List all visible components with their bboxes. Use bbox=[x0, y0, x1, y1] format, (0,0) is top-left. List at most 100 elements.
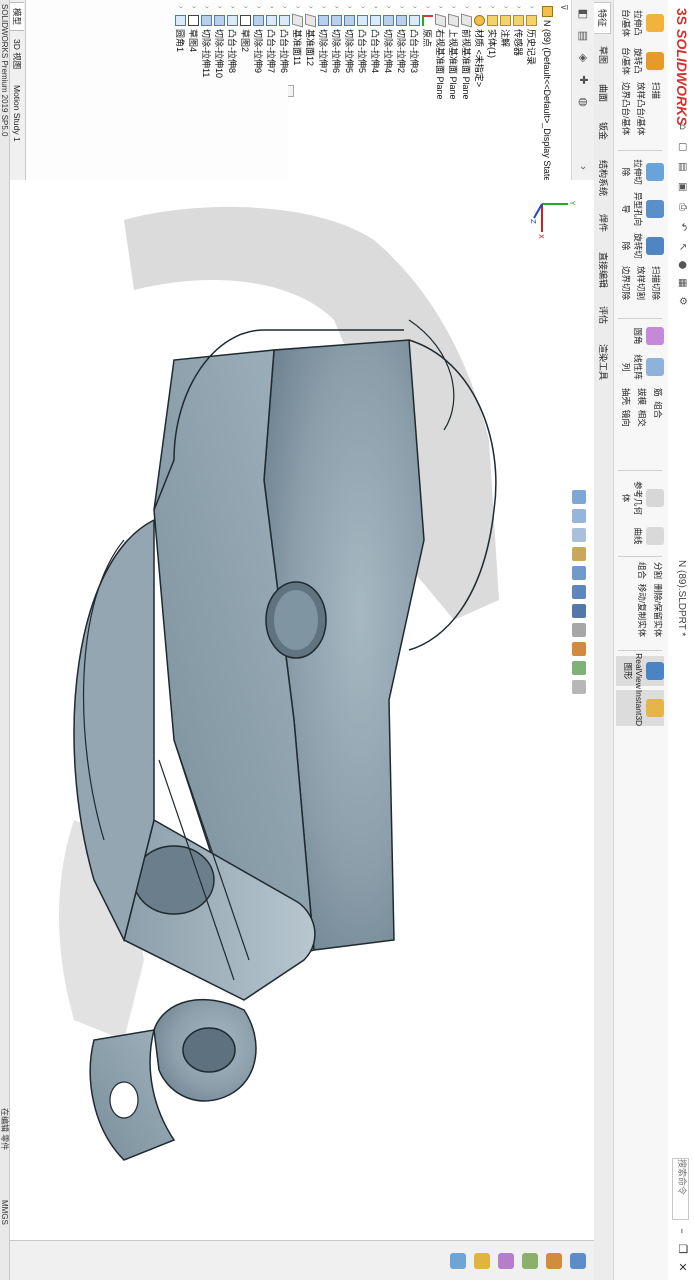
boundary-boss-button[interactable]: 边界凸台/基体 bbox=[617, 82, 632, 135]
close-icon[interactable]: ✕ bbox=[674, 1258, 690, 1276]
solidworks-resources-icon[interactable] bbox=[570, 1253, 586, 1269]
clevis-hole-upper[interactable] bbox=[182, 1027, 236, 1073]
expand-caret-icon[interactable]: › bbox=[463, 6, 470, 14]
expand-caret-icon[interactable]: › bbox=[424, 6, 431, 14]
lofted-cut-button[interactable]: 放样切割 bbox=[632, 266, 647, 300]
expand-caret-icon[interactable]: › bbox=[268, 6, 275, 14]
tree-item[interactable]: › 凸台-拉伸6 bbox=[278, 6, 291, 73]
tab-features[interactable]: 特征 bbox=[594, 2, 611, 35]
property-manager-tab-icon[interactable]: ▤ bbox=[575, 28, 591, 44]
fillet-button[interactable]: 圆角 bbox=[616, 324, 664, 348]
feature-tree-tab-icon[interactable]: ◧ bbox=[575, 6, 591, 22]
combine-button[interactable]: 组合 移动/复制实体 bbox=[632, 562, 648, 637]
shell-button[interactable]: 抽壳 镜向 bbox=[616, 388, 632, 448]
tree-item[interactable]: › 切除-拉伸10 bbox=[213, 6, 226, 78]
undo-icon[interactable]: ↶ bbox=[675, 220, 689, 234]
expand-caret-icon[interactable]: › bbox=[515, 6, 522, 14]
tree-item[interactable]: › 基准面11 bbox=[291, 6, 304, 65]
graphics-area[interactable]: X Y Z bbox=[10, 180, 594, 1240]
expand-caret-icon[interactable]: › bbox=[476, 6, 483, 14]
loft-boss-button[interactable]: 放样凸台/基体 bbox=[632, 82, 647, 135]
tree-item[interactable]: › 草图2 bbox=[239, 6, 252, 52]
tree-item[interactable]: › 凸台-拉伸7 bbox=[265, 6, 278, 73]
file-explorer-icon[interactable] bbox=[522, 1253, 538, 1269]
print-icon[interactable]: ⎙ bbox=[675, 200, 689, 214]
new-document-icon[interactable]: ▢ bbox=[675, 140, 689, 154]
expand-caret-icon[interactable]: › bbox=[229, 6, 236, 14]
tree-item[interactable]: › 历史记录 bbox=[525, 6, 538, 65]
tree-item[interactable]: › 原点 bbox=[421, 6, 434, 47]
tab-weldments[interactable]: 焊件 bbox=[595, 208, 611, 238]
tree-item[interactable]: › 凸台-拉伸3 bbox=[408, 6, 421, 73]
rib-button[interactable]: 筋 组合 bbox=[648, 388, 664, 448]
tree-item[interactable]: › 实体(1) bbox=[486, 6, 499, 58]
select-icon[interactable]: ↖ bbox=[675, 240, 689, 254]
linear-pattern-button[interactable]: 线性阵列 bbox=[616, 352, 664, 382]
options-icon[interactable]: ⚙ bbox=[675, 294, 689, 308]
expand-caret-icon[interactable]: › bbox=[242, 6, 249, 14]
draft-button[interactable]: 拔模 相交 bbox=[632, 388, 648, 448]
design-library-icon[interactable] bbox=[546, 1253, 562, 1269]
curves-button[interactable]: 曲线 bbox=[616, 522, 664, 550]
view-palette-icon[interactable] bbox=[498, 1253, 514, 1269]
home-icon[interactable]: ⌂ bbox=[675, 120, 689, 134]
expand-caret-icon[interactable]: › bbox=[177, 6, 184, 14]
dimxpert-tab-icon[interactable]: ✚ bbox=[575, 72, 591, 88]
save-icon[interactable]: ▣ bbox=[675, 180, 689, 194]
tree-item[interactable]: › 右视基准面 Plane bbox=[434, 6, 447, 100]
tree-item[interactable]: › 凸台-拉伸4 bbox=[369, 6, 382, 73]
tree-item[interactable]: › 圆角1 bbox=[174, 6, 187, 52]
expand-caret-icon[interactable]: › bbox=[203, 6, 210, 14]
split-button[interactable]: 分割 删除/保留实体 bbox=[648, 562, 664, 637]
expand-caret-icon[interactable]: › bbox=[190, 6, 197, 14]
expand-caret-icon[interactable]: › bbox=[255, 6, 262, 14]
tree-item[interactable]: › 凸台-拉伸8 bbox=[226, 6, 239, 73]
boundary-cut-button[interactable]: 边界切除 bbox=[617, 266, 632, 300]
part-model[interactable] bbox=[10, 180, 594, 1240]
extrude-cut-button[interactable]: 拉伸切除 bbox=[616, 156, 664, 188]
open-icon[interactable]: ▤ bbox=[675, 160, 689, 174]
sweep-button[interactable]: 扫描 bbox=[647, 82, 662, 135]
expand-caret-icon[interactable]: › bbox=[346, 6, 353, 14]
tree-root[interactable]: N (89) (Default<<Default>_Display State bbox=[541, 6, 554, 181]
instant3d-button[interactable]: Instant3D bbox=[616, 690, 664, 726]
expand-caret-icon[interactable]: › bbox=[294, 6, 301, 14]
tab-sheet-metal[interactable]: 钣金 bbox=[595, 116, 611, 146]
tab-sketch[interactable]: 草图 bbox=[595, 40, 611, 70]
tab-model[interactable]: 模型 bbox=[9, 2, 24, 32]
filter-icon[interactable]: ⊽ bbox=[558, 4, 568, 11]
tree-item[interactable]: › 前视基准面 Plane bbox=[460, 6, 473, 100]
tree-item[interactable]: › 切除-拉伸6 bbox=[330, 6, 343, 73]
tree-item[interactable]: › 传感器 bbox=[512, 6, 525, 56]
expand-caret-icon[interactable]: › bbox=[385, 6, 392, 14]
tree-item[interactable]: › 切除-拉伸9 bbox=[252, 6, 265, 73]
custom-properties-icon[interactable] bbox=[450, 1253, 466, 1269]
restore-icon[interactable]: ❐ bbox=[674, 1240, 690, 1258]
tab-direct-editing[interactable]: 直接编辑 bbox=[595, 246, 611, 294]
tree-item[interactable]: › 切除-拉伸2 bbox=[395, 6, 408, 73]
revolve-boss-button[interactable]: 旋转凸台/基体 bbox=[616, 44, 664, 78]
tree-item[interactable]: › 材质 <未指定> bbox=[473, 6, 486, 87]
display-manager-tab-icon[interactable]: ◍ bbox=[575, 94, 591, 110]
rebuild-icon[interactable]: ▦ bbox=[675, 276, 689, 290]
expand-caret-icon[interactable]: › bbox=[333, 6, 340, 14]
tree-item[interactable]: › 基准面12 bbox=[304, 6, 317, 66]
tree-item[interactable]: › 草图4 bbox=[187, 6, 200, 52]
expand-caret-icon[interactable]: › bbox=[320, 6, 327, 14]
appearances-icon[interactable] bbox=[474, 1253, 490, 1269]
lug-hole[interactable] bbox=[133, 845, 215, 915]
expand-caret-icon[interactable]: › bbox=[528, 6, 535, 14]
expand-caret-icon[interactable]: › bbox=[450, 6, 457, 14]
tree-item[interactable]: › 上视基准面 Plane bbox=[447, 6, 460, 100]
clevis-hole-lower[interactable] bbox=[109, 1081, 139, 1119]
tree-item[interactable]: › 切除-拉伸11 bbox=[200, 6, 213, 77]
expand-panel-icon[interactable]: › bbox=[575, 160, 591, 176]
expand-caret-icon[interactable]: › bbox=[437, 6, 444, 14]
tree-item[interactable]: › 注解 bbox=[499, 6, 512, 47]
traffic-light-icon[interactable]: ● bbox=[675, 258, 689, 272]
tab-render-tools[interactable]: 渲染工具 bbox=[595, 338, 611, 386]
minimize-icon[interactable]: – bbox=[674, 1222, 690, 1240]
tree-item[interactable]: › 凸台-拉伸5 bbox=[356, 6, 369, 73]
tab-evaluate[interactable]: 评估 bbox=[595, 300, 611, 330]
tree-item[interactable]: › 切除-拉伸5 bbox=[343, 6, 356, 73]
